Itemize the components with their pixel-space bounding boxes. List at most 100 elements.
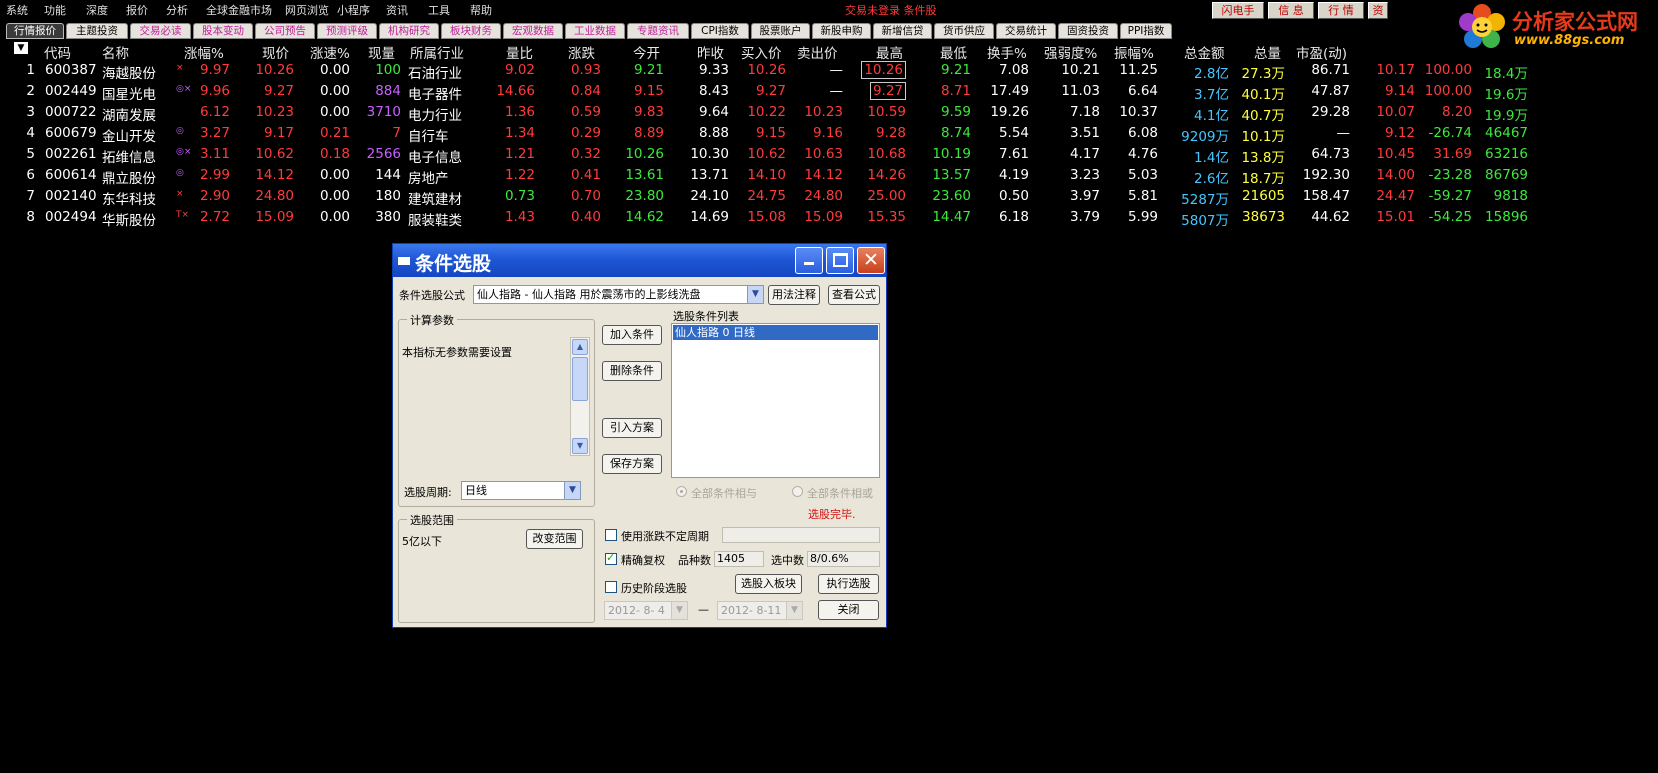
column-header-14[interactable]: 最高 <box>876 42 903 62</box>
table-cell: — <box>1336 125 1351 141</box>
scroll-up-icon[interactable]: ▲ <box>572 339 588 355</box>
column-header-16[interactable]: 换手% <box>987 42 1027 62</box>
tab-bar: 行情报价 主题投资 交易必读 股本变动 公司预告 预测评级 机构研究 板块财务 宏观数据 工业数据… <box>0 22 1456 40</box>
column-header-15[interactable]: 最低 <box>940 42 967 62</box>
tab-2[interactable]: 主题投资 <box>66 23 128 39</box>
tab-13[interactable]: 股票账户 <box>751 23 810 39</box>
flash-trade-button[interactable]: 闪电手 <box>1212 2 1264 19</box>
import-scheme-button[interactable]: 引入方案 <box>602 418 662 438</box>
table-row[interactable]: 1 600387 海越股份 × 9.97 10.26 0.00 100 石油行业 9.02 0.93… <box>0 60 1658 82</box>
column-header-21[interactable]: 市盈(动) <box>1296 42 1347 62</box>
column-header-13[interactable]: 卖出价 <box>797 42 838 62</box>
table-row[interactable]: 3 000722 湖南发展 6.12 10.23 0.00 3710 电力行业 1.36 0.59… <box>0 102 1658 124</box>
column-header-2[interactable]: 名称 <box>102 42 129 62</box>
save-scheme-button[interactable]: 保存方案 <box>602 454 662 474</box>
tab-8[interactable]: 板块财务 <box>441 23 501 39</box>
tab-19[interactable]: PPI指数 <box>1120 23 1172 39</box>
column-header-10[interactable]: 今开 <box>633 42 660 62</box>
condition-list[interactable]: 仙人指路 0 日线 <box>671 323 880 478</box>
date-to-picker[interactable]: 2012- 8-11 ▼ <box>717 601 803 620</box>
column-header-8[interactable]: 量比 <box>506 42 533 62</box>
delete-condition-button[interactable]: 删除条件 <box>602 361 662 381</box>
menu-help[interactable]: 帮助 <box>470 2 492 18</box>
tab-1[interactable]: 行情报价 <box>6 23 64 39</box>
add-to-block-button[interactable]: 选股入板块 <box>735 574 802 594</box>
table-row[interactable]: 8 002494 华斯股份 T× 2.72 15.09 0.00 380 服装鞋类 1.43 0.4… <box>0 207 1658 229</box>
add-condition-button[interactable]: 加入条件 <box>602 325 662 345</box>
menu-quote[interactable]: 报价 <box>126 2 148 18</box>
params-scrollbar[interactable]: ▲ ▼ <box>570 337 590 456</box>
dialog-title-bar[interactable]: 条件选股 ✕ <box>393 244 886 277</box>
uncertain-period-checkbox[interactable] <box>605 529 617 541</box>
menu-system[interactable]: 系统 <box>6 2 28 18</box>
column-header-3[interactable]: 涨幅% <box>184 42 224 62</box>
tab-3[interactable]: 交易必读 <box>130 23 191 39</box>
tab-16[interactable]: 货币供应 <box>934 23 994 39</box>
table-row[interactable]: 5 002261 拓维信息 ◎× 3.11 10.62 0.18 2566 电子信息 1.21 0.… <box>0 144 1658 166</box>
scroll-down-icon[interactable]: ▼ <box>572 438 588 454</box>
formula-select[interactable]: 仙人指路 - 仙人指路 用於震荡市的上影线洗盘 ▼ <box>473 285 764 304</box>
table-cell: -54.25 <box>1428 209 1472 225</box>
menu-web-browse[interactable]: 网页浏览 <box>285 2 329 18</box>
tab-14[interactable]: 新股申购 <box>812 23 871 39</box>
tab-4[interactable]: 股本变动 <box>193 23 253 39</box>
menu-tools[interactable]: 工具 <box>428 2 450 18</box>
column-header-9[interactable]: 涨跌 <box>568 42 595 62</box>
column-header-4[interactable]: 现价 <box>262 42 289 62</box>
minimize-button[interactable] <box>795 247 823 274</box>
period-select[interactable]: 日线 ▼ <box>461 481 581 500</box>
condition-list-item[interactable]: 仙人指路 0 日线 <box>673 325 878 340</box>
tab-10[interactable]: 工业数据 <box>565 23 625 39</box>
menu-function[interactable]: 功能 <box>44 2 66 18</box>
market-button[interactable]: 行 情 <box>1318 2 1364 19</box>
tab-11[interactable]: 专题资讯 <box>627 23 689 39</box>
tab-6[interactable]: 预测评级 <box>317 23 377 39</box>
tab-9[interactable]: 宏观数据 <box>503 23 563 39</box>
info2-button[interactable]: 资 <box>1368 2 1388 19</box>
usage-note-button[interactable]: 用法注释 <box>768 285 820 305</box>
table-cell: ◎ <box>176 168 184 178</box>
tab-17[interactable]: 交易统计 <box>996 23 1056 39</box>
column-header-18[interactable]: 振幅% <box>1114 42 1154 62</box>
column-header-12[interactable]: 买入价 <box>741 42 782 62</box>
table-cell: 9.17 <box>263 125 294 141</box>
maximize-button[interactable] <box>826 247 854 274</box>
info-button[interactable]: 信 息 <box>1268 2 1314 19</box>
column-header-1[interactable]: 代码 <box>44 42 71 62</box>
column-header-17[interactable]: 强弱度% <box>1044 42 1097 62</box>
table-row[interactable]: 2 002449 国星光电 ◎× 9.96 9.27 0.00 884 电子器件 14.66 0.8… <box>0 81 1658 103</box>
table-row[interactable]: 6 600614 鼎立股份 ◎ 2.99 14.12 0.00 144 房地产 1.22 0.41 1… <box>0 165 1658 187</box>
radio-all-or[interactable] <box>792 486 803 497</box>
sort-down-icon[interactable]: ▼ <box>14 42 28 54</box>
menu-global-markets[interactable]: 全球金融市场 <box>206 2 272 18</box>
view-formula-button[interactable]: 查看公式 <box>828 285 880 305</box>
tab-7[interactable]: 机构研究 <box>379 23 439 39</box>
table-row[interactable]: 4 600679 金山开发 ◎ 3.27 9.17 0.21 7 自行车 1.34 0.29 8.89… <box>0 123 1658 145</box>
menu-depth[interactable]: 深度 <box>86 2 108 18</box>
tab-5[interactable]: 公司预告 <box>255 23 315 39</box>
tab-12[interactable]: CPI指数 <box>691 23 749 39</box>
column-header-20[interactable]: 总量 <box>1254 42 1281 62</box>
menu-analysis[interactable]: 分析 <box>166 2 188 18</box>
column-header-11[interactable]: 昨收 <box>697 42 724 62</box>
execute-screening-button[interactable]: 执行选股 <box>818 574 879 594</box>
column-header-6[interactable]: 现量 <box>368 42 395 62</box>
menu-mini-program[interactable]: 小程序 <box>337 2 370 18</box>
column-header-19[interactable]: 总金额 <box>1184 42 1225 62</box>
table-cell: 0.21 <box>319 125 350 141</box>
column-header-7[interactable]: 所属行业 <box>410 42 464 62</box>
date-from-picker[interactable]: 2012- 8- 4 ▼ <box>604 601 688 620</box>
close-window-button[interactable]: ✕ <box>857 247 885 274</box>
history-stage-checkbox[interactable] <box>605 581 617 593</box>
tab-15[interactable]: 新增信贷 <box>873 23 932 39</box>
tab-18[interactable]: 固资投资 <box>1058 23 1118 39</box>
column-header-5[interactable]: 涨速% <box>310 42 350 62</box>
menu-info[interactable]: 资讯 <box>386 2 408 18</box>
radio-all-and[interactable] <box>676 486 687 497</box>
table-row[interactable]: 7 002140 东华科技 × 2.90 24.80 0.00 180 建筑建材 0.73 0.70… <box>0 186 1658 208</box>
exact-adjust-checkbox[interactable] <box>605 551 617 565</box>
table-cell: 100 <box>375 62 401 78</box>
close-button[interactable]: 关闭 <box>818 600 879 620</box>
scroll-thumb[interactable] <box>572 357 588 401</box>
change-range-button[interactable]: 改变范围 <box>526 529 583 549</box>
